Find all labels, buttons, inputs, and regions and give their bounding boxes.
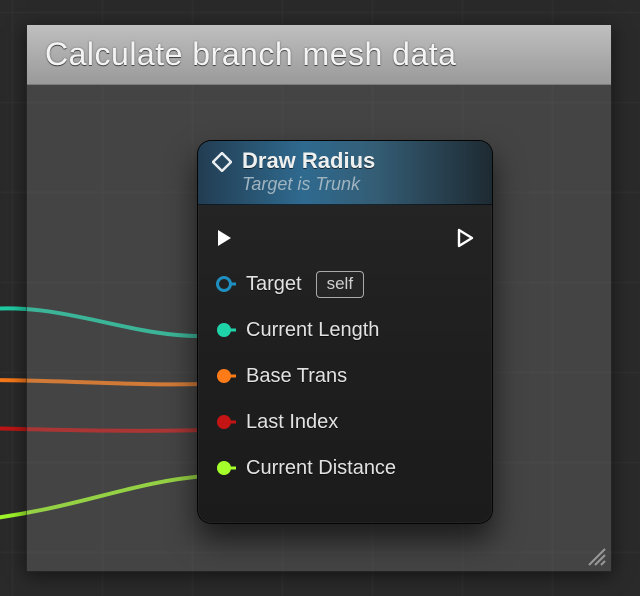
pin-base-trans-label: Base Trans [246, 365, 347, 388]
pin-target-label: Target [246, 273, 302, 296]
exec-in-pin[interactable] [214, 228, 236, 248]
pin-current-length-dot[interactable] [214, 319, 236, 341]
pin-base-trans-dot[interactable] [214, 365, 236, 387]
node-header[interactable]: Draw Radius Target is Trunk [198, 141, 492, 205]
pin-last-index-dot[interactable] [214, 411, 236, 433]
exec-row [214, 215, 476, 261]
pin-target: Target self [214, 261, 476, 307]
pin-target-chip[interactable]: self [316, 271, 364, 298]
exec-out-pin[interactable] [454, 228, 476, 248]
pin-current-distance-dot[interactable] [214, 457, 236, 479]
pin-target-dot[interactable] [214, 273, 236, 295]
pin-current-length: Current Length [214, 307, 476, 353]
resize-handle-icon[interactable] [585, 545, 607, 567]
comment-title[interactable]: Calculate branch mesh data [27, 25, 611, 85]
pin-current-distance: Current Distance [214, 445, 476, 491]
node-title: Draw Radius [242, 149, 375, 173]
node-body: Target self Current Length [198, 205, 492, 503]
pin-last-index: Last Index [214, 399, 476, 445]
pin-last-index-label: Last Index [246, 411, 338, 434]
comment-title-text: Calculate branch mesh data [45, 36, 456, 73]
node-subtitle: Target is Trunk [242, 174, 375, 195]
pin-current-distance-label: Current Distance [246, 457, 396, 480]
function-node-draw-radius[interactable]: Draw Radius Target is Trunk [197, 140, 493, 524]
pin-current-length-label: Current Length [246, 319, 379, 342]
pin-base-trans: Base Trans [214, 353, 476, 399]
comment-box[interactable]: Calculate branch mesh data Draw Radius T… [26, 24, 612, 572]
function-icon [212, 152, 232, 177]
